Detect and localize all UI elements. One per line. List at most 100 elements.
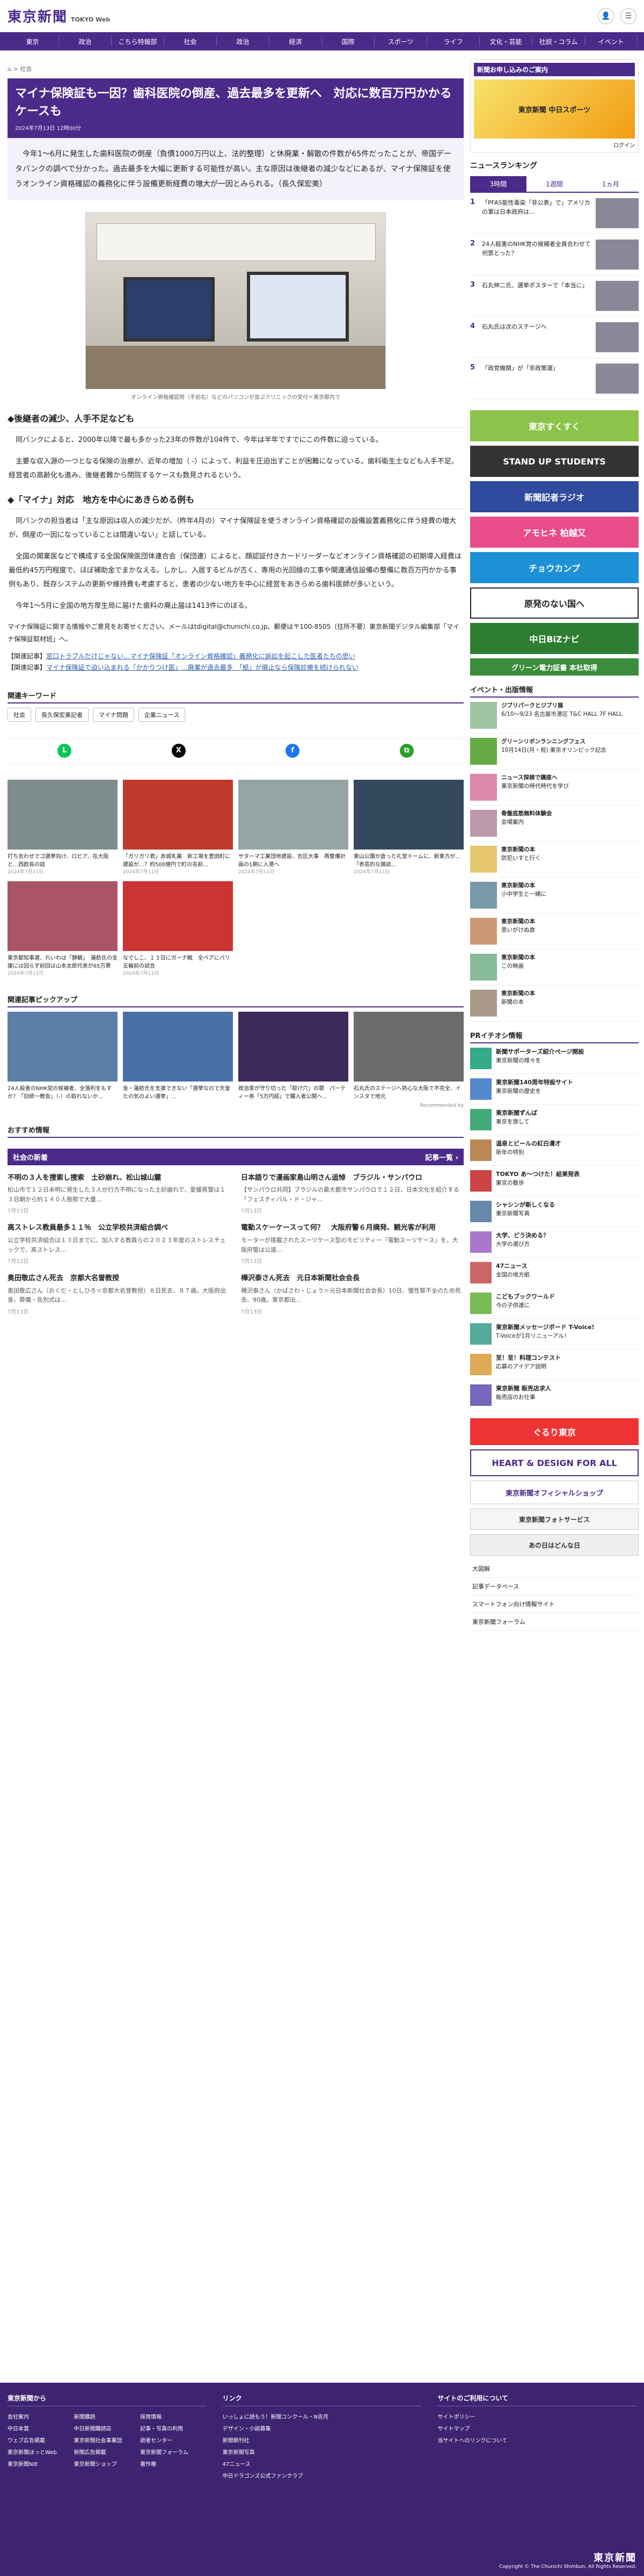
banner[interactable]: あの日はどんな日 <box>470 1534 639 1556</box>
ranking-item[interactable]: 3 石丸伸二氏、選挙ポスターで「本当に」 <box>470 275 639 317</box>
footer-link[interactable]: 当サイトへのリンクについて <box>437 2435 636 2447</box>
pr-item[interactable]: 47ニュース 全国の地方紙 <box>470 1258 639 1288</box>
footer-link[interactable]: 記事・写真の利用 <box>140 2423 207 2435</box>
pr-item[interactable]: こどもブックワールド 今の子供達に <box>470 1288 639 1319</box>
banner[interactable]: アモヒネ 柏越又 <box>470 517 639 548</box>
more-link[interactable]: 記事一覧 › <box>425 1152 458 1162</box>
nav-item[interactable]: 社会 <box>164 37 217 46</box>
footer-link[interactable]: 東京新聞フォーラム <box>140 2447 207 2459</box>
pr-item[interactable]: 温泉とビールの紅白漫才 新年の特別 <box>470 1135 639 1166</box>
pr-item[interactable]: 東京新聞メッセージボード T-Voice! T-Voiceが1月リニューアル！ <box>470 1319 639 1349</box>
footer-link[interactable]: いっしょに読もう！新聞コンクール・N吉月 <box>223 2412 422 2423</box>
pr-item[interactable]: 至！至！料理コンテスト 応募のアイデア説明 <box>470 1349 639 1380</box>
promo-login[interactable]: ログイン <box>613 143 635 149</box>
event-item[interactable]: ニュース探検で講座へ 東京新聞の時代時代を学び <box>470 770 639 806</box>
photo-card[interactable]: 打ち合わせでゴ選挙向け、ロビア、在大阪と…西欧長の話 2024年7月11日 <box>8 779 118 876</box>
ranking-item[interactable]: 2 24人殺害のNHK党の候補者全員合わせて何票とった？ <box>470 234 639 275</box>
ranking-item[interactable]: 1 「PFAS能性毒染「非公表」で」アメリカの軍は日本政府は… <box>470 193 639 234</box>
footer-link[interactable]: 採用情報 <box>140 2412 207 2423</box>
footer-link[interactable]: 東京新聞写真 <box>223 2447 422 2459</box>
nav-item[interactable]: 東京 <box>6 37 59 46</box>
site-logo[interactable]: 東京新聞 TOKYO Web <box>8 6 110 26</box>
event-item[interactable]: 東京新聞の本 思いがけぬ旅 <box>470 913 639 949</box>
pickup-card[interactable]: 政治家が守り切った「取け穴」の罪 パーティー券「5万円超」で購入者公開へ… <box>238 1011 348 1101</box>
photo-card[interactable]: 東京都知事選、れいわは「静観」 蓮舫氏の支援には回らず前回は山本太郎代表が65万… <box>8 881 118 978</box>
news-item[interactable]: 奥田敬広さん死去 京都大名誉教授 奥田敬広さん（おくだ・としひろ＝京都大名誉教授）… <box>8 1273 230 1315</box>
tab-3h[interactable]: 3時間 <box>470 176 526 192</box>
footer-link[interactable]: 東京新聞社会事業団 <box>74 2435 141 2447</box>
pr-item[interactable]: 東京新聞140周年特設サイト 東京新聞の歴史を <box>470 1074 639 1105</box>
banner[interactable]: 東京すくすく <box>470 410 639 441</box>
news-item[interactable]: 樺沢泰さん死去 元日本新聞社会会長 樺沢泰さん（かばさわ・じょう＝元日本新聞社会会… <box>241 1273 464 1315</box>
pr-item[interactable]: TOKYO あ～つけた！結果発表 東京の散歩 <box>470 1166 639 1196</box>
event-item[interactable]: 東京新聞の本 小中学生と一緒に <box>470 877 639 913</box>
footer-link[interactable]: 東京新聞ほっとWeb <box>8 2447 74 2459</box>
nav-item[interactable]: イベント <box>585 37 638 46</box>
side-link[interactable]: 東京新聞フォーラム <box>470 1613 639 1631</box>
banner[interactable]: STAND UP STUDENTS <box>470 446 639 477</box>
event-item[interactable]: 東京新聞の本 新聞の本 <box>470 985 639 1021</box>
banner[interactable]: 東京新聞フォトサービス <box>470 1508 639 1530</box>
footer-link[interactable]: サイトマップ <box>437 2423 636 2435</box>
copy-link-icon[interactable]: ⧉ <box>399 743 414 758</box>
news-item[interactable]: 高ストレス教員最多１１％ 公立学校共済組合調べ 公立学校共済組合は１３日までに、加… <box>8 1223 230 1265</box>
banner[interactable]: 中日BiZナビ <box>470 623 639 654</box>
pickup-card[interactable]: 24人殺害のNHK党の候補者、全落利をもすか？「旧統一教会」（-）の取れないか… <box>8 1011 118 1101</box>
footer-link[interactable]: 中日本賞 <box>8 2423 74 2435</box>
banner[interactable]: グリーン電力証書 本社取得 <box>470 658 639 676</box>
footer-link[interactable]: 中日ドラゴンズ公式ファンクラブ <box>223 2471 422 2483</box>
nav-item[interactable]: 社説・コラム <box>532 37 585 46</box>
side-link[interactable]: スマートフォン向け情報サイト <box>470 1595 639 1613</box>
login-icon[interactable]: 👤 <box>598 8 614 24</box>
news-item[interactable]: 不明の３人を捜索し捜索 土砂崩れ、松山城山麓 松山市で１２日未明に発生した３人が行… <box>8 1173 230 1215</box>
footer-link[interactable]: サイトポリシー <box>437 2412 636 2423</box>
ranking-item[interactable]: 4 石丸氏は次のステージへ <box>470 317 639 358</box>
footer-link[interactable]: 47ニュース <box>223 2459 422 2471</box>
side-link[interactable]: 大図解 <box>470 1560 639 1578</box>
pr-item[interactable]: シャシンが新しくなる 東京新聞写真 <box>470 1196 639 1227</box>
footer-link[interactable]: 東京新聞ショップ <box>74 2459 141 2471</box>
footer-link[interactable]: デザイン・小説募集 <box>223 2423 422 2435</box>
banner[interactable]: チョウカンプ <box>470 552 639 583</box>
nav-item[interactable]: 政治 <box>217 37 269 46</box>
footer-link[interactable]: 新聞朝刊社 <box>223 2435 422 2447</box>
photo-card[interactable]: なでしこ、１３日にガーナ戦 全ペアにパリ五輪前の試合 2024年7月11日 <box>123 881 233 978</box>
nav-item[interactable]: 国際 <box>322 37 375 46</box>
nav-item[interactable]: 文化・芸能 <box>480 37 532 46</box>
tab-1m[interactable]: 1ヵ月 <box>582 176 639 192</box>
keyword-tag[interactable]: マイナ問題 <box>93 707 134 722</box>
tab-1w[interactable]: 1週間 <box>526 176 583 192</box>
news-item[interactable]: 日本語りで漫画家島山明さん追悼 ブラジル・サンパウロ 【サンパウロ共同】ブラジルの… <box>241 1173 464 1215</box>
footer-link[interactable]: 会社案内 <box>8 2412 74 2423</box>
side-link[interactable]: 記事データベース <box>470 1578 639 1595</box>
footer-link[interactable]: ウェブ広告掲載 <box>8 2435 74 2447</box>
banner[interactable]: 新聞記者ラジオ <box>470 481 639 512</box>
footer-link[interactable]: 新聞購読 <box>74 2412 141 2423</box>
facebook-share-icon[interactable]: f <box>286 743 300 758</box>
ranking-item[interactable]: 5 「政党機関」が「非政策運」 <box>470 358 639 400</box>
event-item[interactable]: 骨盤底筋無料体験会 会場案内 <box>470 806 639 841</box>
photo-card[interactable]: 東山公園が倉った礼堂ドームに、新東方が…「表芸的な雑誌… 2024年7月11日 <box>354 779 464 876</box>
nav-item[interactable]: 経済 <box>269 37 322 46</box>
menu-icon[interactable]: ☰ <box>620 8 636 24</box>
photo-card[interactable]: 「ガリガリ君」赤城乳業 新工場を豊田町に建設が…？約500億円で町の名前… 202… <box>123 779 233 876</box>
keyword-tag[interactable]: 長久保宏美記者 <box>35 707 89 722</box>
news-item[interactable]: 電動スケーケースって何？ 大阪府警６月摘発、観光客が利用 モーターが搭載されたスー… <box>241 1223 464 1265</box>
event-item[interactable]: グリーンリボンランニングフェス 10月14日(月・祝) 東京オリンピック記念 <box>470 734 639 770</box>
pickup-card[interactable]: 金・蓮舫氏を支援できない「選挙なので天皇たの気のよい選挙」… <box>123 1011 233 1101</box>
subscribe-promo[interactable]: 新聞お申し込みのご案内 東京新聞 中日スポーツ ログイン <box>470 59 639 153</box>
footer-link[interactable]: 読者センター <box>140 2435 207 2447</box>
related-link[interactable]: 窓口トラブルだけじゃない…マイナ保険証「オンライン資格確認」義務化に訴訟を起こし… <box>46 652 355 660</box>
keyword-tag[interactable]: 社会 <box>8 707 31 722</box>
event-item[interactable]: 東京新聞の本 防犯いすと行く <box>470 841 639 877</box>
event-item[interactable]: 東京新聞の本 この映画 <box>470 949 639 985</box>
pickup-card[interactable]: 石丸氏のステージへ熱心な大阪で不完全、インスタで地元 <box>354 1011 464 1101</box>
footer-link[interactable]: 中日新聞購読店 <box>74 2423 141 2435</box>
nav-item[interactable]: 政治 <box>59 37 112 46</box>
pr-item[interactable]: 大学、どう決める？ 大学の選び方 <box>470 1227 639 1258</box>
pr-item[interactable]: 新聞サポーターズ紹介ページ開設 東京新聞の様々を <box>470 1043 639 1074</box>
keyword-tag[interactable]: 企業ニュース <box>138 707 186 722</box>
banner[interactable]: HEART & DESIGN FOR ALL <box>470 1449 639 1476</box>
line-share-icon[interactable]: L <box>57 743 72 758</box>
footer-link[interactable]: 東京新聞NIE <box>8 2459 74 2471</box>
